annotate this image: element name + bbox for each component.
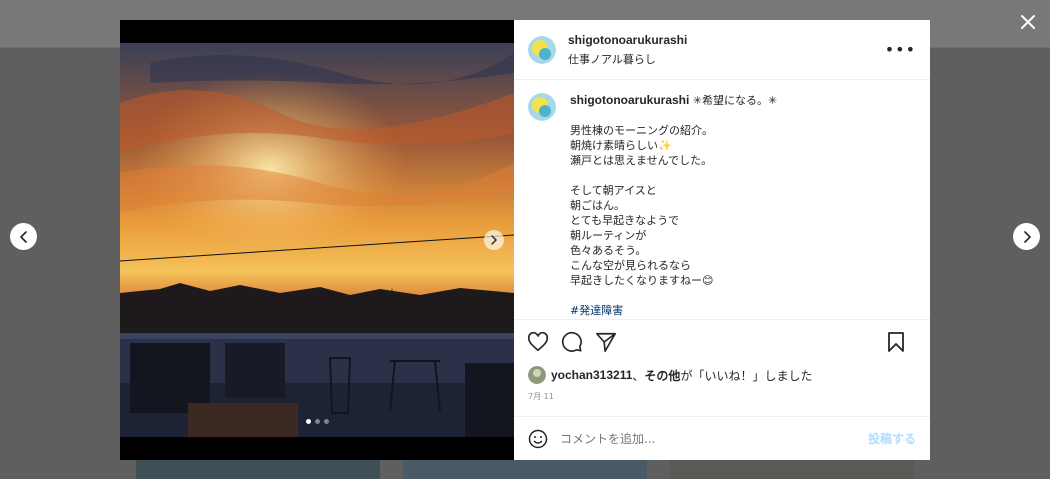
chevron-left-icon bbox=[19, 230, 27, 243]
post-modal: shigotonoarukurashi 仕事ノアル暮らし ••• shigoto… bbox=[120, 20, 930, 460]
header-username[interactable]: shigotonoarukurashi bbox=[568, 33, 687, 47]
caption-line bbox=[570, 168, 777, 183]
post-side-panel: shigotonoarukurashi 仕事ノアル暮らし ••• shigoto… bbox=[514, 20, 930, 460]
likes-others-link[interactable]: その他 bbox=[644, 367, 680, 384]
caption-line bbox=[570, 288, 777, 303]
comment-icon bbox=[561, 331, 582, 352]
carousel-dot bbox=[324, 419, 329, 424]
media-next-button[interactable] bbox=[484, 230, 504, 250]
likes-summary: yochan313211、その他 が「いいね！」しました bbox=[528, 366, 812, 384]
caption-line: 瀬戸とは思えませんでした。 bbox=[570, 154, 713, 167]
caption-line: とても早起きなようで bbox=[570, 214, 680, 227]
post-header: shigotonoarukurashi 仕事ノアル暮らし ••• bbox=[514, 20, 930, 80]
close-button[interactable] bbox=[1018, 12, 1038, 32]
header-subtitle[interactable]: 仕事ノアル暮らし bbox=[568, 51, 687, 67]
background-grid-tile bbox=[403, 460, 647, 479]
background-grid-tile bbox=[670, 460, 914, 479]
next-post-button[interactable] bbox=[1013, 223, 1040, 250]
post-media bbox=[120, 20, 514, 460]
action-bar bbox=[514, 319, 930, 363]
liker-username[interactable]: yochan313211 bbox=[551, 368, 632, 382]
hashtag-link[interactable]: #発達障害 bbox=[570, 303, 777, 318]
heart-icon bbox=[527, 331, 549, 351]
comment-button[interactable] bbox=[560, 330, 584, 354]
caption-line: 朝ルーティンが bbox=[570, 229, 647, 242]
previous-post-button[interactable] bbox=[10, 223, 37, 250]
emoji-icon bbox=[528, 429, 548, 448]
caption-line: そして朝アイスと bbox=[570, 184, 657, 197]
likes-suffix: が「いいね！」しました bbox=[680, 368, 813, 383]
caption-title: ✳︎希望になる。✳︎ bbox=[692, 94, 778, 107]
carousel-dot bbox=[315, 419, 320, 424]
comment-bar: 投稿する bbox=[514, 416, 930, 460]
carousel-dots bbox=[306, 419, 329, 424]
avatar[interactable] bbox=[528, 366, 546, 384]
post-comment-button[interactable]: 投稿する bbox=[868, 430, 916, 447]
post-photo bbox=[120, 43, 514, 437]
caption-area: shigotonoarukurashi ✳︎希望になる。✳︎ 男性棟のモーニング… bbox=[514, 81, 930, 319]
share-button[interactable] bbox=[594, 330, 618, 354]
save-button[interactable] bbox=[884, 330, 908, 354]
background-grid-tile bbox=[136, 460, 380, 479]
likes-separator: 、 bbox=[632, 368, 645, 383]
caption-text: shigotonoarukurashi ✳︎希望になる。✳︎ 男性棟のモーニング… bbox=[570, 93, 777, 318]
caption-line bbox=[570, 108, 777, 123]
post-date[interactable]: 7月 11 bbox=[528, 391, 554, 402]
comment-input[interactable] bbox=[560, 431, 840, 446]
chevron-right-icon bbox=[491, 235, 497, 245]
caption-line: 朝焼け素晴らしい✨ bbox=[570, 139, 672, 152]
caption-line: 早起きしたくなりますねー😊 bbox=[570, 274, 714, 287]
avatar[interactable] bbox=[528, 93, 556, 121]
caption-line: 色々あるそう。 bbox=[570, 244, 647, 257]
more-icon: ••• bbox=[884, 40, 916, 59]
bookmark-icon bbox=[888, 332, 904, 352]
chevron-right-icon bbox=[1023, 230, 1031, 243]
more-options-button[interactable]: ••• bbox=[885, 40, 916, 59]
caption-username[interactable]: shigotonoarukurashi bbox=[570, 93, 689, 107]
close-icon bbox=[1021, 15, 1035, 29]
avatar[interactable] bbox=[528, 35, 556, 64]
carousel-dot bbox=[306, 419, 311, 424]
caption-line: 男性棟のモーニングの紹介。 bbox=[570, 124, 713, 137]
send-icon bbox=[596, 332, 616, 352]
like-button[interactable] bbox=[526, 330, 550, 354]
caption-line: 朝ごはん。 bbox=[570, 199, 625, 212]
caption-line: こんな空が見られるなら bbox=[570, 259, 691, 272]
emoji-button[interactable] bbox=[528, 429, 548, 449]
